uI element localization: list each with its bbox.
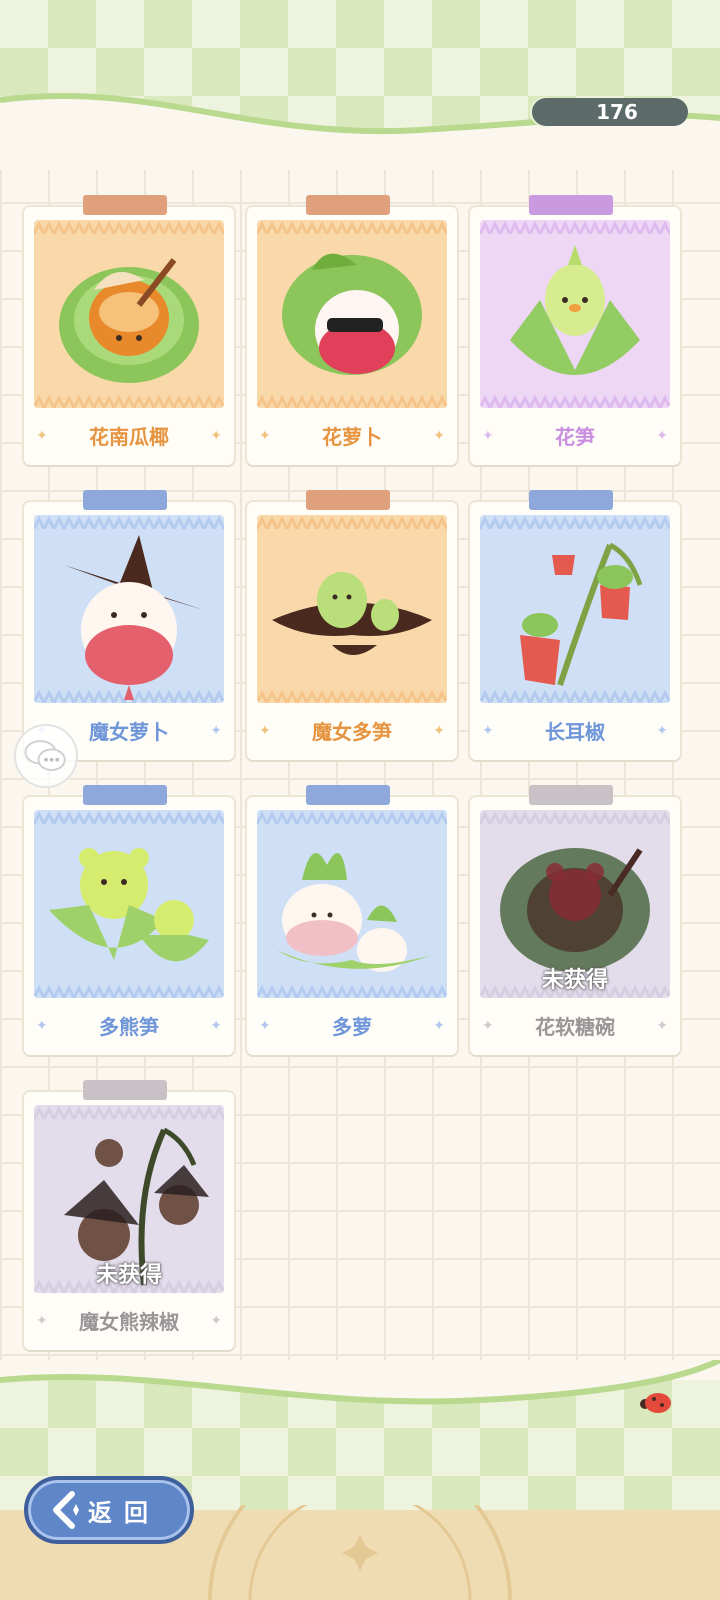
collection-card[interactable]: 未获得 ✦ 花软糖碗 ✦ bbox=[470, 785, 680, 1055]
sparkle-icon: ✦ bbox=[210, 428, 222, 444]
card-tape bbox=[83, 785, 167, 805]
bamboo-shoot-icon bbox=[510, 245, 640, 375]
sparkle-icon: ✦ bbox=[656, 723, 668, 739]
bear-shoots-icon bbox=[49, 848, 209, 962]
card-image-frame bbox=[34, 515, 224, 703]
card-image-frame bbox=[34, 810, 224, 998]
chat-button[interactable] bbox=[14, 724, 78, 788]
pumpkin-coconut-icon bbox=[59, 258, 199, 383]
witch-radish-icon bbox=[64, 535, 204, 700]
floor-ornament bbox=[208, 1505, 512, 1600]
collection-card[interactable]: ✦ 魔女萝卜 ✦ bbox=[24, 490, 234, 760]
sparkle-icon: ✦ bbox=[433, 428, 445, 444]
sparkle-icon: ✦ bbox=[210, 1018, 222, 1034]
witch-shoots-icon bbox=[272, 572, 432, 655]
card-name: 花萝卜 bbox=[322, 425, 382, 449]
sparkle-icon: ✦ bbox=[656, 1018, 668, 1034]
sparkle-icon: ✦ bbox=[210, 1313, 222, 1329]
collection-card[interactable]: ✦ 魔女多笋 ✦ bbox=[247, 490, 457, 760]
collection-card[interactable]: ✦ 花笋 ✦ bbox=[470, 195, 680, 465]
sparkle-icon: ✦ bbox=[433, 723, 445, 739]
radish-sunglasses-icon bbox=[282, 253, 422, 375]
card-image-frame: 未获得 bbox=[480, 810, 670, 998]
card-image-frame bbox=[480, 220, 670, 408]
collection-card[interactable]: 未获得 ✦ 魔女熊辣椒 ✦ bbox=[24, 1080, 234, 1350]
collection-card[interactable]: ✦ 多萝 ✦ bbox=[247, 785, 457, 1055]
collection-card[interactable]: ✦ 花萝卜 ✦ bbox=[247, 195, 457, 465]
back-button[interactable]: 返回 bbox=[24, 1476, 194, 1544]
currency-amount: 176 bbox=[596, 100, 638, 124]
card-tape bbox=[83, 195, 167, 215]
sparkle-icon: ✦ bbox=[656, 428, 668, 444]
currency-display: 176 bbox=[532, 98, 688, 126]
card-tape bbox=[529, 490, 613, 510]
card-image-frame bbox=[257, 220, 447, 408]
footer-wave bbox=[0, 1360, 720, 1405]
sparkle-icon: ✦ bbox=[433, 1018, 445, 1034]
card-image-frame: 未获得 bbox=[34, 1105, 224, 1293]
card-name: 花南瓜椰 bbox=[89, 425, 169, 449]
ladybug-icon bbox=[640, 1393, 671, 1413]
card-tape bbox=[306, 195, 390, 215]
card-image-frame bbox=[34, 220, 224, 408]
card-image-frame bbox=[257, 515, 447, 703]
card-name: 花软糖碗 bbox=[535, 1015, 615, 1039]
chat-icon bbox=[24, 740, 66, 771]
back-arrow-icon bbox=[53, 1491, 79, 1529]
locked-label: 未获得 bbox=[541, 968, 608, 993]
collection-card[interactable]: ✦ 花南瓜椰 ✦ bbox=[24, 195, 234, 465]
back-button-label: 返回 bbox=[88, 1498, 160, 1527]
card-name: 多熊笋 bbox=[99, 1015, 159, 1039]
card-tape bbox=[306, 490, 390, 510]
card-image-frame bbox=[257, 810, 447, 998]
card-tape bbox=[529, 785, 613, 805]
locked-label: 未获得 bbox=[95, 1263, 162, 1288]
card-tape bbox=[529, 195, 613, 215]
card-name: 花笋 bbox=[555, 425, 595, 449]
collection-card[interactable]: ✦ 多熊笋 ✦ bbox=[24, 785, 234, 1055]
twin-radish-icon bbox=[277, 853, 432, 972]
card-tape bbox=[83, 490, 167, 510]
card-name: 多萝 bbox=[332, 1015, 372, 1039]
card-name: 魔女多笋 bbox=[312, 720, 392, 744]
card-tape bbox=[83, 1080, 167, 1100]
card-name: 长耳椒 bbox=[545, 720, 605, 744]
collection-card[interactable]: ✦ 长耳椒 ✦ bbox=[470, 490, 680, 760]
card-image-frame bbox=[480, 515, 670, 703]
card-tape bbox=[306, 785, 390, 805]
sparkle-icon: ✦ bbox=[210, 723, 222, 739]
card-name: 魔女熊辣椒 bbox=[79, 1310, 179, 1334]
long-ear-pepper-icon bbox=[520, 542, 643, 686]
